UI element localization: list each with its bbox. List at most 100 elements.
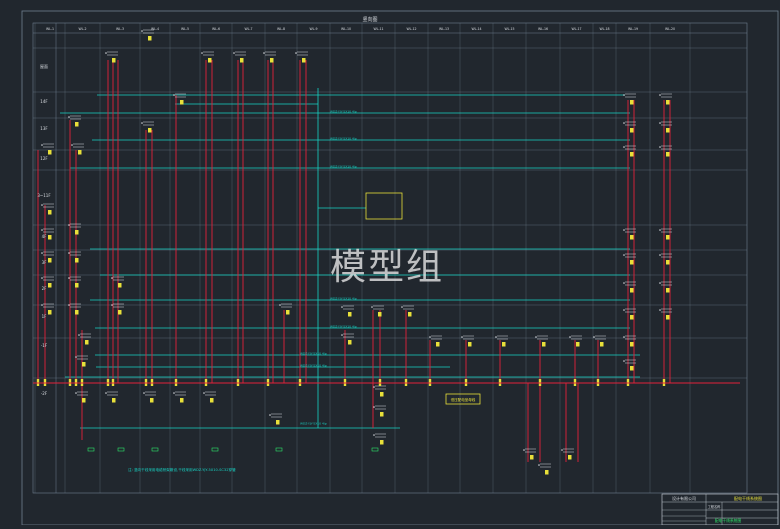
panel-body xyxy=(380,440,384,445)
panel-body xyxy=(600,342,604,347)
level-label: 2F xyxy=(42,286,48,291)
distribution-panel xyxy=(535,335,548,347)
panel-body xyxy=(436,342,440,347)
level-label: 3~11F xyxy=(37,193,51,198)
riser-header: WL-15 xyxy=(504,27,514,31)
panel-node xyxy=(623,254,625,256)
title-block-stamp: 配电干线系统图 xyxy=(715,518,742,523)
riser-header: WL-2 xyxy=(78,27,86,31)
panel-node xyxy=(659,282,661,284)
panel-node xyxy=(623,146,625,148)
cad-drawing-viewport[interactable]: 竖向图 屋面 14F 13F 12F 3~11F 4F 3F 2F 1F -1F -2F WL-1 WL… xyxy=(0,0,780,526)
panel-body xyxy=(270,58,274,63)
panel-body xyxy=(75,310,79,315)
distribution-riser-diagram: 竖向图 屋面 14F 13F 12F 3~11F 4F 3F 2F 1F -1F -2F WL-1 WL… xyxy=(21,10,779,526)
title-block: 设计有限公司 工程名称 配电干线系统图 配电干线系统图 xyxy=(661,493,779,526)
panel-node xyxy=(538,464,540,466)
riser-header: WL-14 xyxy=(471,27,481,31)
panel-node xyxy=(623,122,625,124)
cable-label: WDZ-YJY-5X10 4/p xyxy=(330,165,357,169)
distribution-panel xyxy=(41,303,54,315)
panel-node xyxy=(269,414,271,416)
panel-body xyxy=(408,312,412,317)
panel-body xyxy=(666,128,670,133)
outlet-box xyxy=(87,447,95,452)
panel-body xyxy=(75,230,79,235)
panel-body xyxy=(118,283,122,288)
panel-body xyxy=(48,235,52,240)
distribution-panel xyxy=(401,305,414,317)
panel-body xyxy=(542,342,546,347)
riser-header: WL-3 xyxy=(116,27,124,31)
panel-body xyxy=(348,312,352,317)
panel-node xyxy=(429,336,431,338)
distribution-panel xyxy=(593,335,606,347)
distribution-panel xyxy=(203,391,216,403)
panel-body xyxy=(48,258,52,263)
panel-node xyxy=(341,334,343,336)
panel-node xyxy=(659,229,661,231)
riser-header: WL-9 xyxy=(309,27,317,31)
distribution-panel xyxy=(373,385,386,397)
panel-node xyxy=(263,52,265,54)
panel-node xyxy=(401,306,403,308)
panel-node xyxy=(68,252,70,254)
bottom-note: 注: 竖向干线采用电缆桥架敷设,干线采用WDZ-YJY-5X10-SC32穿管 xyxy=(128,467,236,472)
panel-body xyxy=(118,310,122,315)
riser-header: WL-12 xyxy=(406,27,416,31)
distribution-panel xyxy=(523,448,536,460)
drawing-outer-border xyxy=(21,10,779,526)
panel-node xyxy=(523,449,525,451)
distribution-panel xyxy=(78,333,91,345)
riser-header: WL-20 xyxy=(665,27,675,31)
riser-header: WL-10 xyxy=(341,27,351,31)
level-label: 4F xyxy=(42,234,48,239)
level-label: 屋面 xyxy=(40,63,48,69)
panel-body xyxy=(666,260,670,265)
panel-body xyxy=(666,288,670,293)
panel-node xyxy=(371,306,373,308)
panel-body xyxy=(85,340,89,345)
distribution-panel xyxy=(173,93,186,105)
panel-node xyxy=(173,94,175,96)
distribution-panel xyxy=(569,335,582,347)
distribution-panel xyxy=(143,391,156,403)
panel-node xyxy=(68,116,70,118)
riser-header: WL-11 xyxy=(373,27,383,31)
outlet-box xyxy=(151,447,159,452)
panel-node xyxy=(623,336,625,338)
panel-body xyxy=(78,150,82,155)
panel-body xyxy=(630,260,634,265)
distribution-panel xyxy=(279,303,292,315)
distribution-panel xyxy=(105,391,118,403)
bus-box-label: 低压配电室母线 xyxy=(451,397,476,402)
panel-body xyxy=(240,58,244,63)
panel-body xyxy=(208,58,212,63)
distribution-panel xyxy=(429,335,442,347)
panel-node xyxy=(659,309,661,311)
panel-body xyxy=(666,152,670,157)
panel-node xyxy=(111,277,113,279)
panel-node xyxy=(75,356,77,358)
distribution-panel xyxy=(495,335,508,347)
panel-body xyxy=(302,58,306,63)
distribution-panel xyxy=(341,305,354,317)
panel-body xyxy=(502,342,506,347)
panel-node xyxy=(623,282,625,284)
outlet-box xyxy=(117,447,125,452)
panel-body xyxy=(180,398,184,403)
panel-node xyxy=(71,144,73,146)
panel-node xyxy=(41,204,43,206)
cable-label: WDZ-YJY-5X10 4/p xyxy=(330,297,357,301)
level-label: 14F xyxy=(40,99,48,104)
riser-header: WL-4 xyxy=(151,27,159,31)
panel-node xyxy=(203,392,205,394)
distribution-panel xyxy=(41,143,54,155)
panel-node xyxy=(105,52,107,54)
panel-body xyxy=(210,398,214,403)
panel-node xyxy=(41,229,43,231)
panel-body xyxy=(148,36,152,41)
panel-body xyxy=(82,398,86,403)
distribution-panel xyxy=(373,405,386,417)
panel-body xyxy=(75,258,79,263)
